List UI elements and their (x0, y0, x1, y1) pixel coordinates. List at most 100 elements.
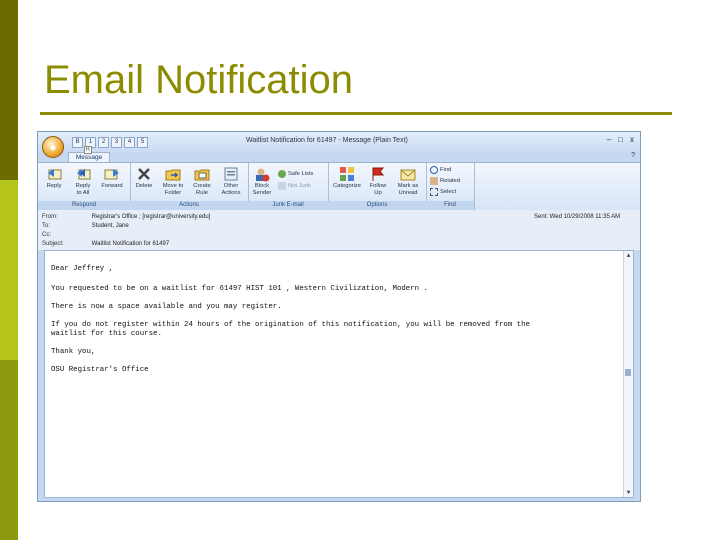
maximize-button[interactable]: □ (618, 135, 623, 144)
cc-row: Cc: (42, 231, 90, 239)
categorize-icon (340, 167, 354, 181)
qat-button-3[interactable]: 3 (111, 137, 122, 148)
not-junk-label: Not Junk (288, 183, 311, 189)
find-group-label: Find (426, 201, 474, 210)
qat-button-2[interactable]: 2 (98, 137, 109, 148)
follow-up-button[interactable]: Follow Up (364, 166, 392, 196)
ribbon-group-junk-email: Block Sender Safe Lists Not Junk Junk E-… (248, 163, 329, 210)
related-label: Related (440, 178, 460, 184)
delete-icon (138, 168, 150, 180)
other-actions-button[interactable]: Other Actions (217, 166, 245, 196)
from-row: From: Registrar's Office ; [registrar@un… (42, 213, 210, 221)
title-underline (40, 112, 672, 115)
respond-group-label: Respond (38, 201, 130, 210)
not-junk-button[interactable]: Not Junk (278, 182, 311, 190)
outlook-message-window: ◆ B 1 2 3 4 5 Waitlist Notification for … (37, 131, 641, 502)
ribbon-group-find: Find Related Select Find (426, 163, 475, 210)
block-sender-label: Block Sender (252, 183, 272, 196)
to-row: To: Student, Jane (42, 222, 129, 230)
tab-keytip: H (84, 146, 92, 154)
forward-icon (104, 169, 119, 180)
select-button[interactable]: Select (430, 188, 456, 196)
scroll-thumb[interactable] (625, 369, 631, 376)
ribbon: Reply Reply to All Forward Respond Delet… (38, 162, 640, 211)
other-actions-label: Other Actions (221, 183, 241, 196)
cc-label: Cc: (42, 232, 51, 238)
from-value[interactable]: Registrar's Office ; [registrar@universi… (92, 214, 211, 220)
message-header: From: Registrar's Office ; [registrar@un… (38, 210, 640, 250)
reply-label: Reply (46, 183, 62, 189)
move-to-folder-label: Move to Folder (162, 183, 184, 196)
scroll-down-arrow-icon[interactable]: ▼ (624, 488, 633, 497)
safe-lists-label: Safe Lists (288, 171, 314, 177)
body-deadline-line-2: waitlist for this course. (51, 330, 162, 338)
create-rule-label: Create Rule (193, 183, 211, 196)
categorize-label: Categorize (332, 183, 362, 189)
categorize-button[interactable]: Categorize (332, 166, 362, 190)
subject-row: Subject: Waitlist Notification for 61497 (42, 240, 169, 248)
from-label: From: (42, 214, 58, 220)
qat-save-icon[interactable]: B (72, 137, 83, 148)
ribbon-group-options: Categorize Follow Up Mark as Unread Opti… (328, 163, 427, 210)
create-rule-button[interactable]: Create Rule (188, 166, 216, 196)
window-controls: – □ x (607, 135, 634, 144)
subject-value: Waitlist Notification for 61497 (91, 241, 170, 247)
forward-label: Forward (101, 183, 123, 189)
slide-title: Email Notification (44, 58, 354, 102)
block-sender-button[interactable]: Block Sender (248, 166, 276, 196)
follow-up-label: Follow Up (369, 183, 387, 196)
ribbon-group-actions: Delete Move to Folder Create Rule Other … (130, 163, 249, 210)
move-to-folder-button[interactable]: Move to Folder (159, 166, 187, 196)
find-label: Find (440, 167, 452, 173)
block-sender-icon (256, 168, 270, 182)
reply-all-button[interactable]: Reply to All (69, 166, 97, 196)
actions-group-label: Actions (130, 201, 248, 210)
junk-email-group-label: Junk E-mail (248, 201, 328, 210)
to-label: To: (42, 223, 51, 229)
scroll-up-arrow-icon[interactable]: ▲ (624, 251, 633, 260)
body-signature: OSU Registrar's Office (51, 366, 149, 374)
reply-all-label: Reply to All (75, 183, 91, 196)
related-button[interactable]: Related (430, 177, 460, 185)
body-thanks: Thank you, (51, 348, 96, 356)
select-label: Select (440, 189, 457, 195)
safe-lists-icon (278, 170, 286, 178)
message-body[interactable]: Dear Jeffrey , You requested to be on a … (44, 250, 634, 498)
delete-label: Delete (135, 183, 153, 189)
window-titlebar: ◆ B 1 2 3 4 5 Waitlist Notification for … (38, 132, 640, 158)
reply-all-icon (77, 169, 91, 180)
ribbon-group-respond: Reply Reply to All Forward Respond (38, 163, 131, 210)
qat-button-4[interactable]: 4 (124, 137, 135, 148)
slide-accent-bar-bottom (0, 360, 18, 540)
related-icon (430, 177, 438, 185)
follow-up-flag-icon (372, 167, 385, 181)
window-title: Waitlist Notification for 61497 - Messag… (246, 137, 408, 144)
body-deadline-line: If you do not register within 24 hours o… (51, 321, 530, 329)
to-value[interactable]: Student, Jane (92, 223, 129, 229)
reply-icon (48, 169, 62, 180)
body-waitlist-line: You requested to be on a waitlist for 61… (51, 285, 428, 293)
body-availability-line: There is now a space available and you m… (51, 303, 282, 311)
mark-as-unread-button[interactable]: Mark as Unread (394, 166, 422, 196)
mark-as-unread-label: Mark as Unread (397, 183, 419, 196)
mark-unread-icon (400, 169, 416, 181)
not-junk-icon (278, 182, 286, 190)
slide-accent-bar-middle (0, 180, 18, 360)
body-greeting: Dear Jeffrey , (51, 265, 114, 273)
find-button[interactable]: Find (430, 166, 451, 174)
forward-button[interactable]: Forward (98, 166, 126, 190)
safe-lists-button[interactable]: Safe Lists (278, 170, 313, 178)
find-icon (430, 166, 438, 174)
slide-accent-bar-top (0, 0, 18, 180)
minimize-button[interactable]: – (607, 135, 611, 144)
ribbon-tabs: Message H ? (38, 146, 640, 163)
help-icon[interactable]: ? (631, 152, 635, 159)
close-button[interactable]: x (630, 135, 634, 144)
options-group-label: Options (328, 201, 426, 210)
reply-button[interactable]: Reply (40, 166, 68, 190)
qat-button-5[interactable]: 5 (137, 137, 148, 148)
move-folder-icon (165, 169, 181, 181)
other-actions-icon (224, 167, 238, 181)
body-scrollbar[interactable]: ▲ ▼ (623, 251, 633, 497)
delete-button[interactable]: Delete (130, 166, 158, 190)
